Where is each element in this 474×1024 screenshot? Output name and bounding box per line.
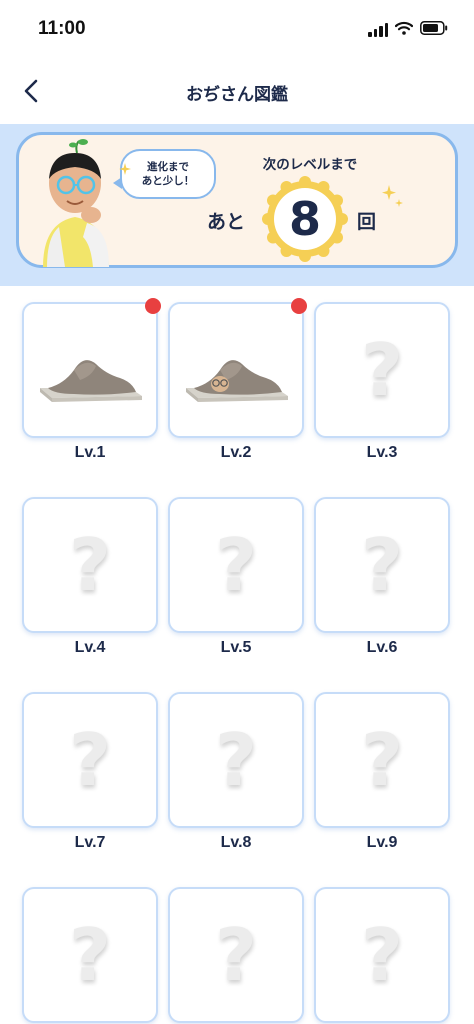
collection-card[interactable]: ? <box>314 692 450 828</box>
collection-grid: Lv.1 Lv.2? Lv.3? Lv.4? Lv.5? Lv.6? Lv.7? Lv.8? L… <box>22 298 452 1024</box>
remaining-count: 8 <box>288 192 321 246</box>
character-thumbnail-illustration <box>186 360 288 402</box>
collection-item[interactable]: ?Lv.10 <box>22 887 158 1024</box>
collection-card[interactable]: ? <box>168 692 304 828</box>
collection-item[interactable]: ?Lv.12 <box>314 887 450 1024</box>
collection-card[interactable]: ? <box>168 497 304 633</box>
remaining-suffix: 回 <box>357 211 377 233</box>
locked-question-mark-icon: ? <box>215 718 257 802</box>
collection-item[interactable]: ? Lv.6 <box>314 497 450 657</box>
navigation-bar: おぢさん図鑑 <box>0 62 474 120</box>
collection-item[interactable]: ? Lv.5 <box>168 497 304 657</box>
status-time: 11:00 <box>38 18 86 39</box>
collection-item[interactable]: ?Lv.11 <box>168 887 304 1024</box>
level-label: Lv.3 <box>366 444 398 461</box>
collection-card[interactable] <box>22 298 161 438</box>
level-label: Lv.9 <box>366 834 398 851</box>
status-icons <box>368 20 448 39</box>
speech-bubble: 進化まで あと少し！ <box>113 149 216 199</box>
locked-question-mark-icon: ? <box>361 523 403 607</box>
collection-card[interactable]: ? <box>314 302 450 438</box>
level-progress-banner: 進化まで あと少し！ 次のレベルまで あと 8 回 <box>16 132 458 268</box>
collection-item[interactable]: ? Lv.7 <box>22 692 158 852</box>
sparkle-icon <box>119 163 131 175</box>
level-label: Lv.6 <box>366 639 398 656</box>
locked-question-mark-icon: ? <box>69 718 111 802</box>
collection-card[interactable] <box>168 298 307 438</box>
remaining-prefix: あと <box>207 211 246 233</box>
level-label: Lv.5 <box>220 639 252 656</box>
level-label: Lv.4 <box>74 639 106 656</box>
level-label: Lv.8 <box>220 834 252 851</box>
level-label: Lv.2 <box>220 444 252 461</box>
new-badge-dot <box>145 298 161 314</box>
collection-item[interactable]: ? Lv.4 <box>22 497 158 657</box>
locked-question-mark-icon: ? <box>69 523 111 607</box>
locked-question-mark-icon: ? <box>215 523 257 607</box>
locked-question-mark-icon: ? <box>361 718 403 802</box>
sparkle-icon <box>382 185 403 207</box>
wifi-icon <box>394 20 414 39</box>
locked-question-mark-icon: ? <box>361 328 403 412</box>
new-badge-dot <box>291 298 307 314</box>
locked-question-mark-icon: ? <box>215 913 257 997</box>
collection-card[interactable]: ? <box>22 692 158 828</box>
speech-bubble-line-2: あと少し！ <box>141 175 195 187</box>
next-level-label: 次のレベルまで <box>262 157 358 173</box>
collection-item[interactable]: ? Lv.3 <box>314 302 450 462</box>
collection-item[interactable]: ? Lv.9 <box>314 692 450 852</box>
status-bar: 11:00 <box>0 0 474 60</box>
collection-card[interactable]: ? <box>22 497 158 633</box>
level-label: Lv.7 <box>74 834 106 851</box>
speech-bubble-line-1: 進化まで <box>147 161 189 173</box>
remaining-count-badge: 8 <box>261 175 349 263</box>
collection-card[interactable]: ? <box>22 887 158 1023</box>
character-thumbnail-illustration <box>40 360 142 402</box>
ojisan-character-illustration <box>43 139 109 267</box>
page-title: おぢさん図鑑 <box>186 85 288 105</box>
battery-icon <box>420 20 448 39</box>
cellular-signal-icon <box>368 22 388 37</box>
collection-item[interactable]: ? Lv.8 <box>168 692 304 852</box>
collection-item[interactable]: Lv.2 <box>168 298 307 462</box>
collection-card[interactable]: ? <box>314 497 450 633</box>
locked-question-mark-icon: ? <box>361 913 403 997</box>
locked-question-mark-icon: ? <box>69 913 111 997</box>
collection-item[interactable]: Lv.1 <box>22 298 161 462</box>
collection-card[interactable]: ? <box>168 887 304 1023</box>
level-label: Lv.1 <box>74 444 106 461</box>
collection-card[interactable]: ? <box>314 887 450 1023</box>
